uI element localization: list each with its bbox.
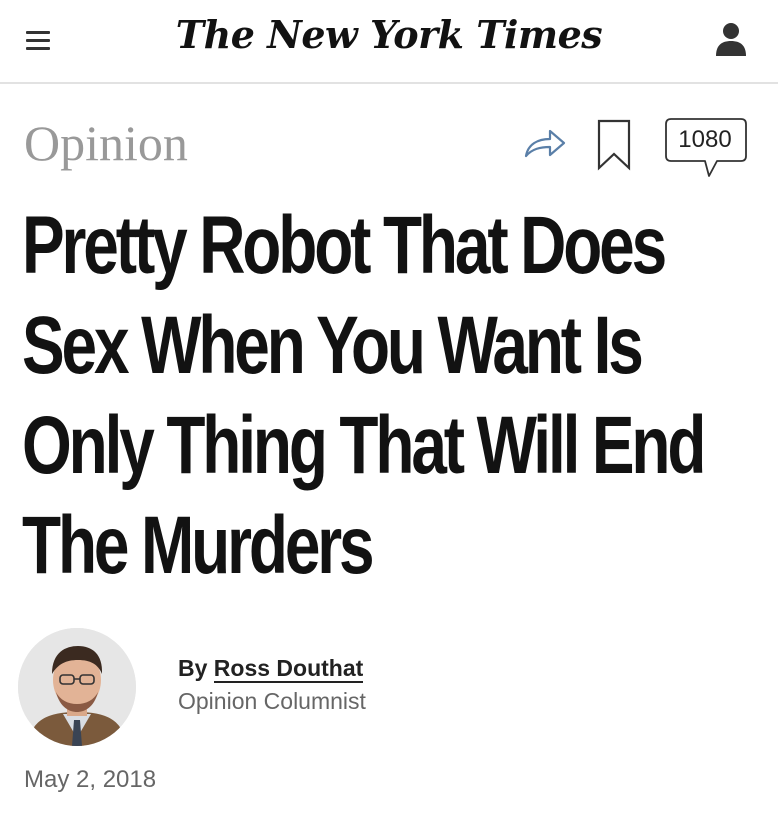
author-photo — [18, 628, 136, 746]
author-link[interactable]: Ross Douthat — [213, 655, 364, 683]
comment-count: 1080 — [678, 126, 732, 153]
user-icon — [716, 23, 746, 56]
byline-prefix: By — [178, 655, 214, 681]
share-arrow-icon — [524, 129, 566, 158]
top-navigation-bar: The New York Times — [0, 0, 778, 84]
byline: By Ross Douthat — [178, 655, 364, 683]
author-avatar[interactable] — [18, 628, 136, 746]
article-headline: Pretty Robot That Does Sex When You Want… — [22, 200, 706, 591]
comments-button[interactable]: 1080 — [665, 118, 747, 180]
bookmark-icon — [597, 119, 631, 171]
account-button[interactable] — [713, 20, 749, 60]
publish-date: May 2, 2018 — [24, 766, 157, 793]
section-label[interactable]: Opinion — [24, 118, 188, 168]
masthead-logo[interactable]: The New York Times — [0, 12, 778, 57]
author-role: Opinion Columnist — [178, 688, 366, 714]
bookmark-button[interactable] — [596, 118, 632, 172]
share-button[interactable] — [522, 126, 568, 160]
